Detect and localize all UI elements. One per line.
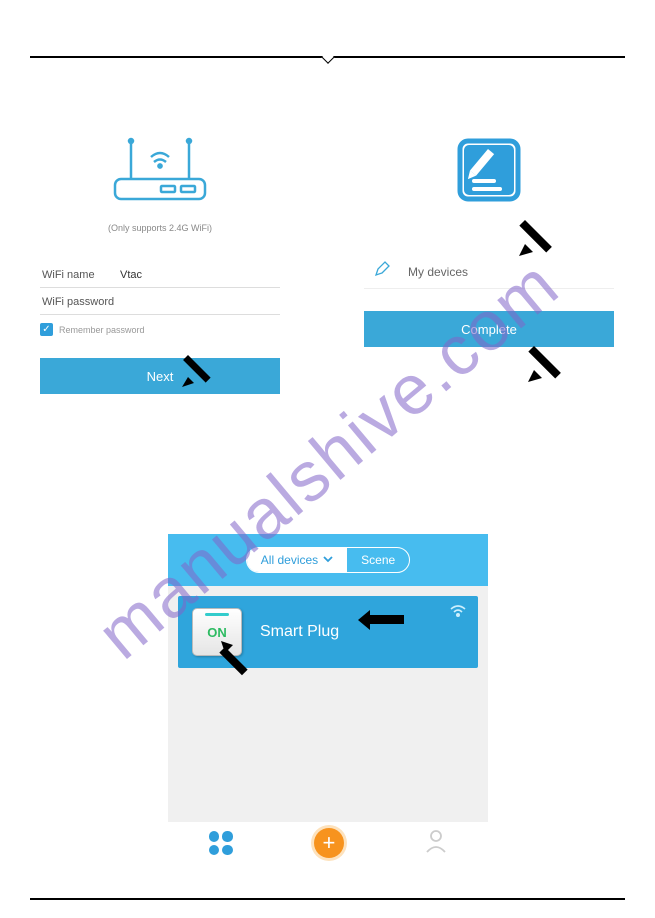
- wifi-name-label: WiFi name: [42, 269, 110, 281]
- arrow-annotation: [526, 338, 576, 388]
- rename-panel: My devices Complete: [364, 135, 614, 347]
- remember-checkbox[interactable]: ✓: [40, 323, 53, 336]
- page-rule-top: [30, 56, 625, 58]
- bottom-nav: +: [168, 822, 488, 864]
- router-icon: [105, 135, 215, 205]
- chevron-down-icon: [323, 553, 333, 567]
- tab-scene[interactable]: Scene: [347, 548, 409, 572]
- complete-button[interactable]: Complete: [364, 311, 614, 347]
- remember-row[interactable]: ✓ Remember password: [40, 323, 280, 336]
- app-header: All devices Scene: [168, 534, 488, 586]
- wifi-icon: [450, 604, 466, 622]
- wifi-setup-panel: (Only supports 2.4G WiFi) WiFi name Vtac…: [40, 135, 280, 394]
- nav-profile-icon[interactable]: [425, 829, 447, 858]
- arrow-annotation: [358, 598, 406, 638]
- arrow-annotation: [215, 637, 259, 681]
- wifi-note: (Only supports 2.4G WiFi): [40, 223, 280, 233]
- wifi-name-value: Vtac: [120, 269, 142, 281]
- app-screen: All devices Scene ON Smart Plug +: [168, 534, 488, 864]
- nav-home-icon[interactable]: [209, 831, 233, 855]
- tab-scene-label: Scene: [361, 553, 395, 567]
- nav-add-button[interactable]: +: [314, 828, 344, 858]
- remember-label: Remember password: [59, 325, 145, 335]
- device-card-title: Smart Plug: [260, 623, 339, 641]
- page-rule-bottom: [30, 898, 625, 900]
- next-button[interactable]: Next: [40, 358, 280, 394]
- wifi-password-field[interactable]: WiFi password: [40, 290, 280, 315]
- tab-all-label: All devices: [261, 553, 318, 567]
- wifi-name-field[interactable]: WiFi name Vtac: [40, 263, 280, 288]
- arrow-annotation: [517, 212, 567, 262]
- arrow-annotation: [180, 347, 226, 393]
- device-name-label: My devices: [408, 265, 468, 279]
- device-name-row[interactable]: My devices: [364, 257, 614, 289]
- device-list: ON Smart Plug: [168, 586, 488, 822]
- wifi-password-label: WiFi password: [42, 296, 114, 308]
- tab-segment: All devices Scene: [246, 547, 410, 573]
- note-edit-icon: [454, 135, 524, 205]
- pencil-icon[interactable]: [374, 261, 390, 282]
- tab-all-devices[interactable]: All devices: [247, 548, 347, 572]
